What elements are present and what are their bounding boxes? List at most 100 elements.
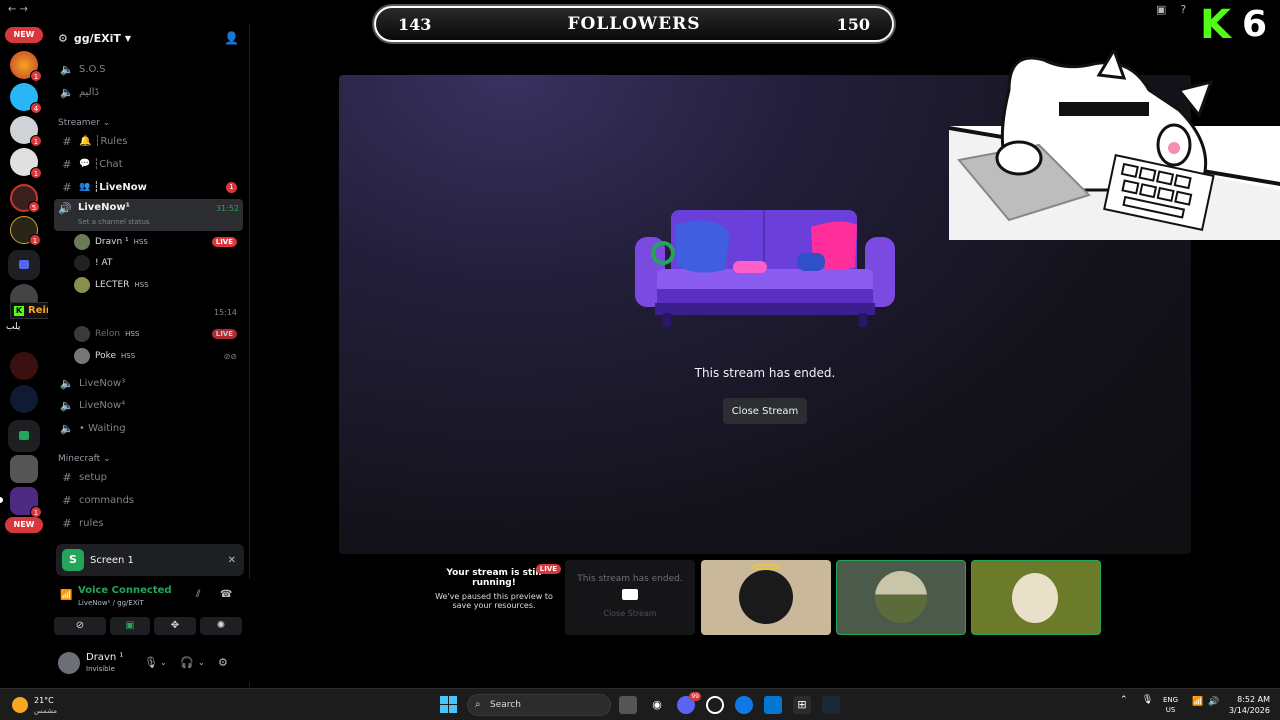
server-icon[interactable]: 1 [10,51,42,82]
voice-status[interactable]: Voice Connected [78,585,172,596]
close-stream-button[interactable]: Close Stream [723,398,807,424]
hash-icon: # [62,516,72,530]
participant-tile[interactable] [701,560,831,635]
chevron-down-icon[interactable]: ⌄ [198,658,205,667]
discord-icon[interactable]: 99 [677,692,701,714]
camera-off-button[interactable]: ⊘ [54,617,106,635]
voice-channel-livenow4[interactable]: 🔈 LiveNow⁴ [56,395,241,415]
server-icon[interactable] [10,385,38,413]
voice-user[interactable]: ! AT [74,253,239,273]
text-channel-livenow[interactable]: # 👥 ┆LiveNow 1 [56,177,241,197]
headphones-icon[interactable]: 🎧 [180,656,194,669]
text-channel-chat[interactable]: # 💬 ┆Chat [56,154,241,174]
new-badge: NEW [5,517,43,533]
couch-illustration [635,210,895,327]
server-icon[interactable]: 4 [10,83,42,114]
chevron-down-icon[interactable]: ⌄ [160,658,167,667]
server-icon[interactable]: 1 [10,148,42,179]
store-icon[interactable] [764,696,782,714]
microphone-icon[interactable]: 🎙 [1142,695,1153,705]
server-icon[interactable]: 1 [10,216,41,246]
category-minecraft[interactable]: Minecraft ⌄ [58,454,111,464]
role-badge: HSS [125,330,140,338]
monitor-icon [622,589,638,600]
speaker-icon: 🔊 [58,202,72,215]
soundboard-button[interactable]: ✺ [200,617,242,635]
voice-user[interactable]: Poke HSS ⊘⊘ [74,346,239,366]
start-button[interactable] [440,696,457,713]
steam-icon[interactable] [822,696,840,714]
voice-connection-panel: 📶 Voice Connected LiveNow¹ / gg/EXiT ⫽ ☎… [48,579,250,653]
server-icon[interactable]: 1 [10,487,42,518]
text-channel-rules-mc[interactable]: # rules [56,513,241,533]
stream-view: This stream has ended. Close Stream 143 … [250,0,1280,688]
participant-tile[interactable] [836,560,966,635]
voice-user[interactable]: Dravn ¹ HSS LIVE [74,232,239,252]
hash-icon: # [62,157,72,171]
steelseries-icon[interactable]: ◉ [648,696,666,714]
voice-user[interactable]: LECTER HSS [74,275,239,295]
ping-badge: 5 [28,201,40,213]
your-stream-notice: Your stream is still running! We've paus… [431,564,561,610]
search-box[interactable]: ⌕ Search [467,694,611,716]
inbox-icon[interactable]: ▣ [1156,3,1166,16]
window-controls: ▣ ? [1156,3,1186,16]
screen-share-panel[interactable]: S Screen 1 ✕ [56,544,244,576]
wifi-icon[interactable]: 📶 [1192,697,1203,707]
gear-icon[interactable]: ⚙ [218,656,228,669]
disconnect-icon[interactable]: ☎ [220,589,232,600]
channel-status[interactable]: Set a channel status [78,218,150,226]
back-arrow-icon[interactable]: ← → [8,4,28,15]
text-channel-commands[interactable]: # commands [56,490,241,510]
microphone-icon[interactable]: 🎙 [144,656,158,669]
task-view-icon[interactable] [619,696,637,714]
tile-close-stream-button[interactable]: Close Stream [565,609,695,618]
server-folder[interactable] [8,250,40,280]
capcut-icon[interactable]: ⊞ [793,696,811,714]
live-badge: LIVE [535,564,561,574]
voice-timer: 31:52 [215,204,239,213]
user-name[interactable]: Dravn ¹ [86,652,123,663]
chevron-up-icon[interactable]: ⌃ [1120,695,1128,705]
help-icon[interactable]: ? [1180,3,1186,16]
avatar [875,571,927,623]
participant-tile[interactable] [971,560,1101,635]
voice-location[interactable]: LiveNow¹ / gg/EXiT [78,599,144,607]
server-icon[interactable] [10,455,38,483]
server-folder[interactable] [8,420,40,452]
voice-channel-livenow3[interactable]: 🔈 LiveNow³ [56,373,241,393]
server-icon[interactable]: 1 [10,116,42,147]
obs-icon[interactable] [706,696,724,714]
avatar [74,255,90,271]
screen-share-button[interactable]: ▣ [110,617,150,635]
voice-user[interactable]: Relon HSS LIVE [74,324,239,344]
stream-tile-ended[interactable]: This stream has ended. Close Stream [565,560,695,635]
clock[interactable]: 8:52 AM 3/14/2026 [1226,694,1270,716]
close-icon[interactable]: ✕ [228,555,236,566]
noise-suppression-icon[interactable]: ⫽ [196,589,200,600]
signal-icon[interactable]: 📶 [60,590,72,601]
server-icon[interactable]: 5 [10,184,40,213]
volume-icon[interactable]: 🔊 [1208,697,1219,707]
avatar[interactable] [58,652,80,674]
voice-channel-sos[interactable]: 🔈 S.O.S [56,59,241,79]
text-channel-rules[interactable]: # 🔔 ┆Rules [56,131,241,151]
activities-button[interactable]: ✥ [154,617,196,635]
edge-icon[interactable] [735,696,753,714]
text-channel-setup[interactable]: # setup [56,467,241,487]
server-header[interactable]: ⚙ gg/EXiT ▼ 👤 [48,24,249,52]
language-indicator[interactable]: ENG US [1163,695,1178,715]
voice-channel-livenow1[interactable]: 🔊 LiveNow¹ 31:52 Set a channel status [54,199,243,231]
chevron-down-icon: ▼ [124,33,132,43]
gear-icon: ⚙ [58,31,68,45]
followers-goal-bar: 143 FOLLOWERS 150 [374,6,894,42]
add-member-icon[interactable]: 👤 [224,31,239,45]
arabic-tag: يلب [6,322,21,332]
voice-channel-arabic[interactable]: 🔈 ڈالیم [56,82,241,102]
speaker-icon: 🔈 [60,376,74,390]
voice-channel-waiting[interactable]: 🔈 • Waiting [56,418,241,438]
server-icon[interactable] [10,352,38,380]
speaker-icon: 🔈 [60,62,74,76]
role-badge: HSS [121,352,136,360]
category-streamer[interactable]: Streamer ⌄ [58,118,110,128]
